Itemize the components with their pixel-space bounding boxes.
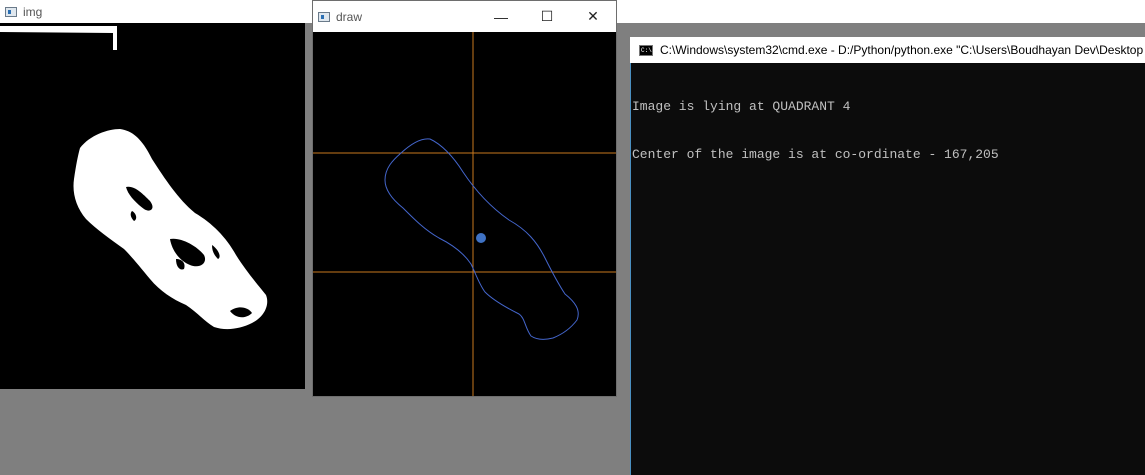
draw-window-title: draw (336, 9, 363, 24)
console-line-center: Center of the image is at co-ordinate - … (632, 147, 999, 162)
close-button[interactable]: ✕ (570, 1, 616, 32)
maximize-button[interactable]: ☐ (524, 1, 570, 32)
mask-noise-strip (0, 26, 117, 50)
cmd-window-title: C:\Windows\system32\cmd.exe - D:/Python/… (660, 43, 1144, 57)
window-controls: — ☐ ✕ (478, 1, 616, 32)
cmd-icon: C:\ (639, 44, 653, 56)
window-app-icon (5, 6, 17, 17)
img-titlebar[interactable]: img (0, 0, 305, 23)
console-output: Image is lying at QUADRANT 4 Center of t… (632, 67, 999, 179)
draw-canvas (313, 32, 616, 396)
binary-mask-image (0, 26, 268, 330)
center-point (476, 233, 486, 243)
img-window: img (0, 0, 305, 389)
draw-window: draw — ☐ ✕ (312, 0, 617, 397)
img-window-title: img (23, 4, 43, 19)
console-line-quadrant: Image is lying at QUADRANT 4 (632, 99, 851, 114)
minimize-button[interactable]: — (478, 1, 524, 32)
mask-bottle-blob (73, 129, 268, 330)
window-app-icon (318, 11, 330, 22)
draw-titlebar[interactable]: draw — ☐ ✕ (313, 1, 616, 32)
cmd-titlebar[interactable]: C:\ C:\Windows\system32\cmd.exe - D:/Pyt… (630, 37, 1145, 63)
contour-drawing (313, 32, 616, 396)
img-canvas (0, 23, 305, 389)
